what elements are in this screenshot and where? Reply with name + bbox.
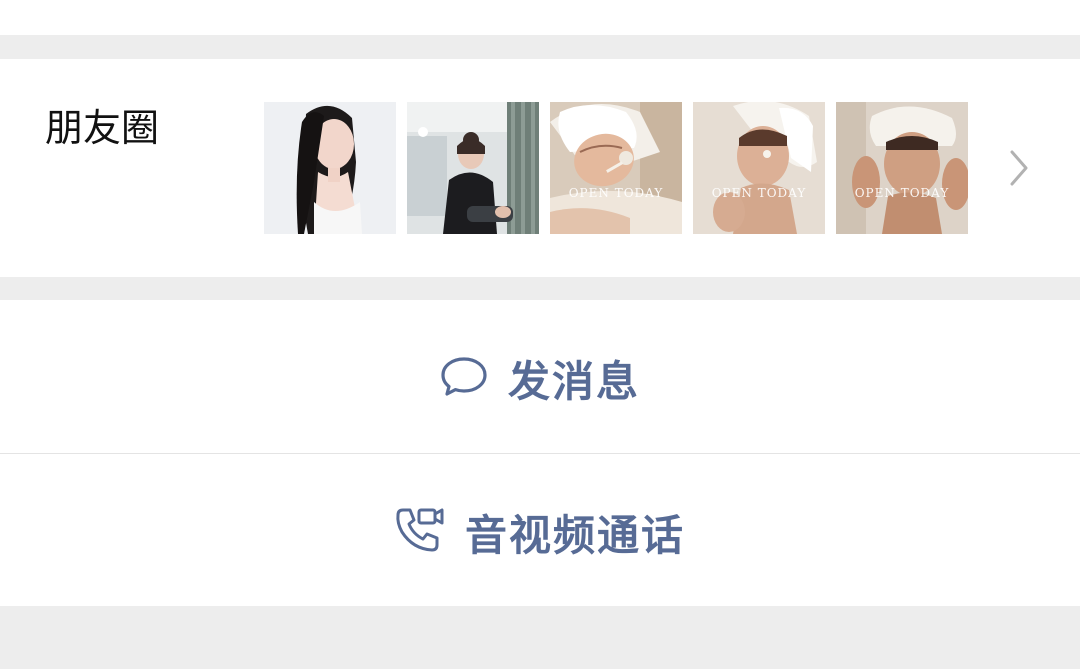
thumbnail-facial-mask[interactable]: OPEN TODAY [550,102,682,234]
top-strip [0,0,1080,35]
chevron-right-icon[interactable] [1006,148,1032,188]
thumbnail-skin-care[interactable]: OPEN TODAY [836,102,968,234]
divider [0,453,1080,454]
moments-label: 朋友圈 [45,106,160,150]
video-call-label: 音视频通话 [464,510,685,560]
send-message-label: 发消息 [507,356,640,406]
thumbnail-portrait[interactable] [264,102,396,234]
thumbnail-caption: OPEN TODAY [568,186,664,200]
thumbnail-salon-treatment[interactable] [407,102,539,234]
phone-video-icon [395,506,445,558]
send-message-button[interactable]: 发消息 [0,340,1080,416]
thumbnail-caption: OPEN TODAY [854,186,950,200]
chat-bubble-icon [440,355,488,401]
thumbnail-face-cream[interactable]: OPEN TODAY [693,102,825,234]
thumbnail-caption: OPEN TODAY [711,186,807,200]
video-call-button[interactable]: 音视频通话 [0,494,1080,570]
